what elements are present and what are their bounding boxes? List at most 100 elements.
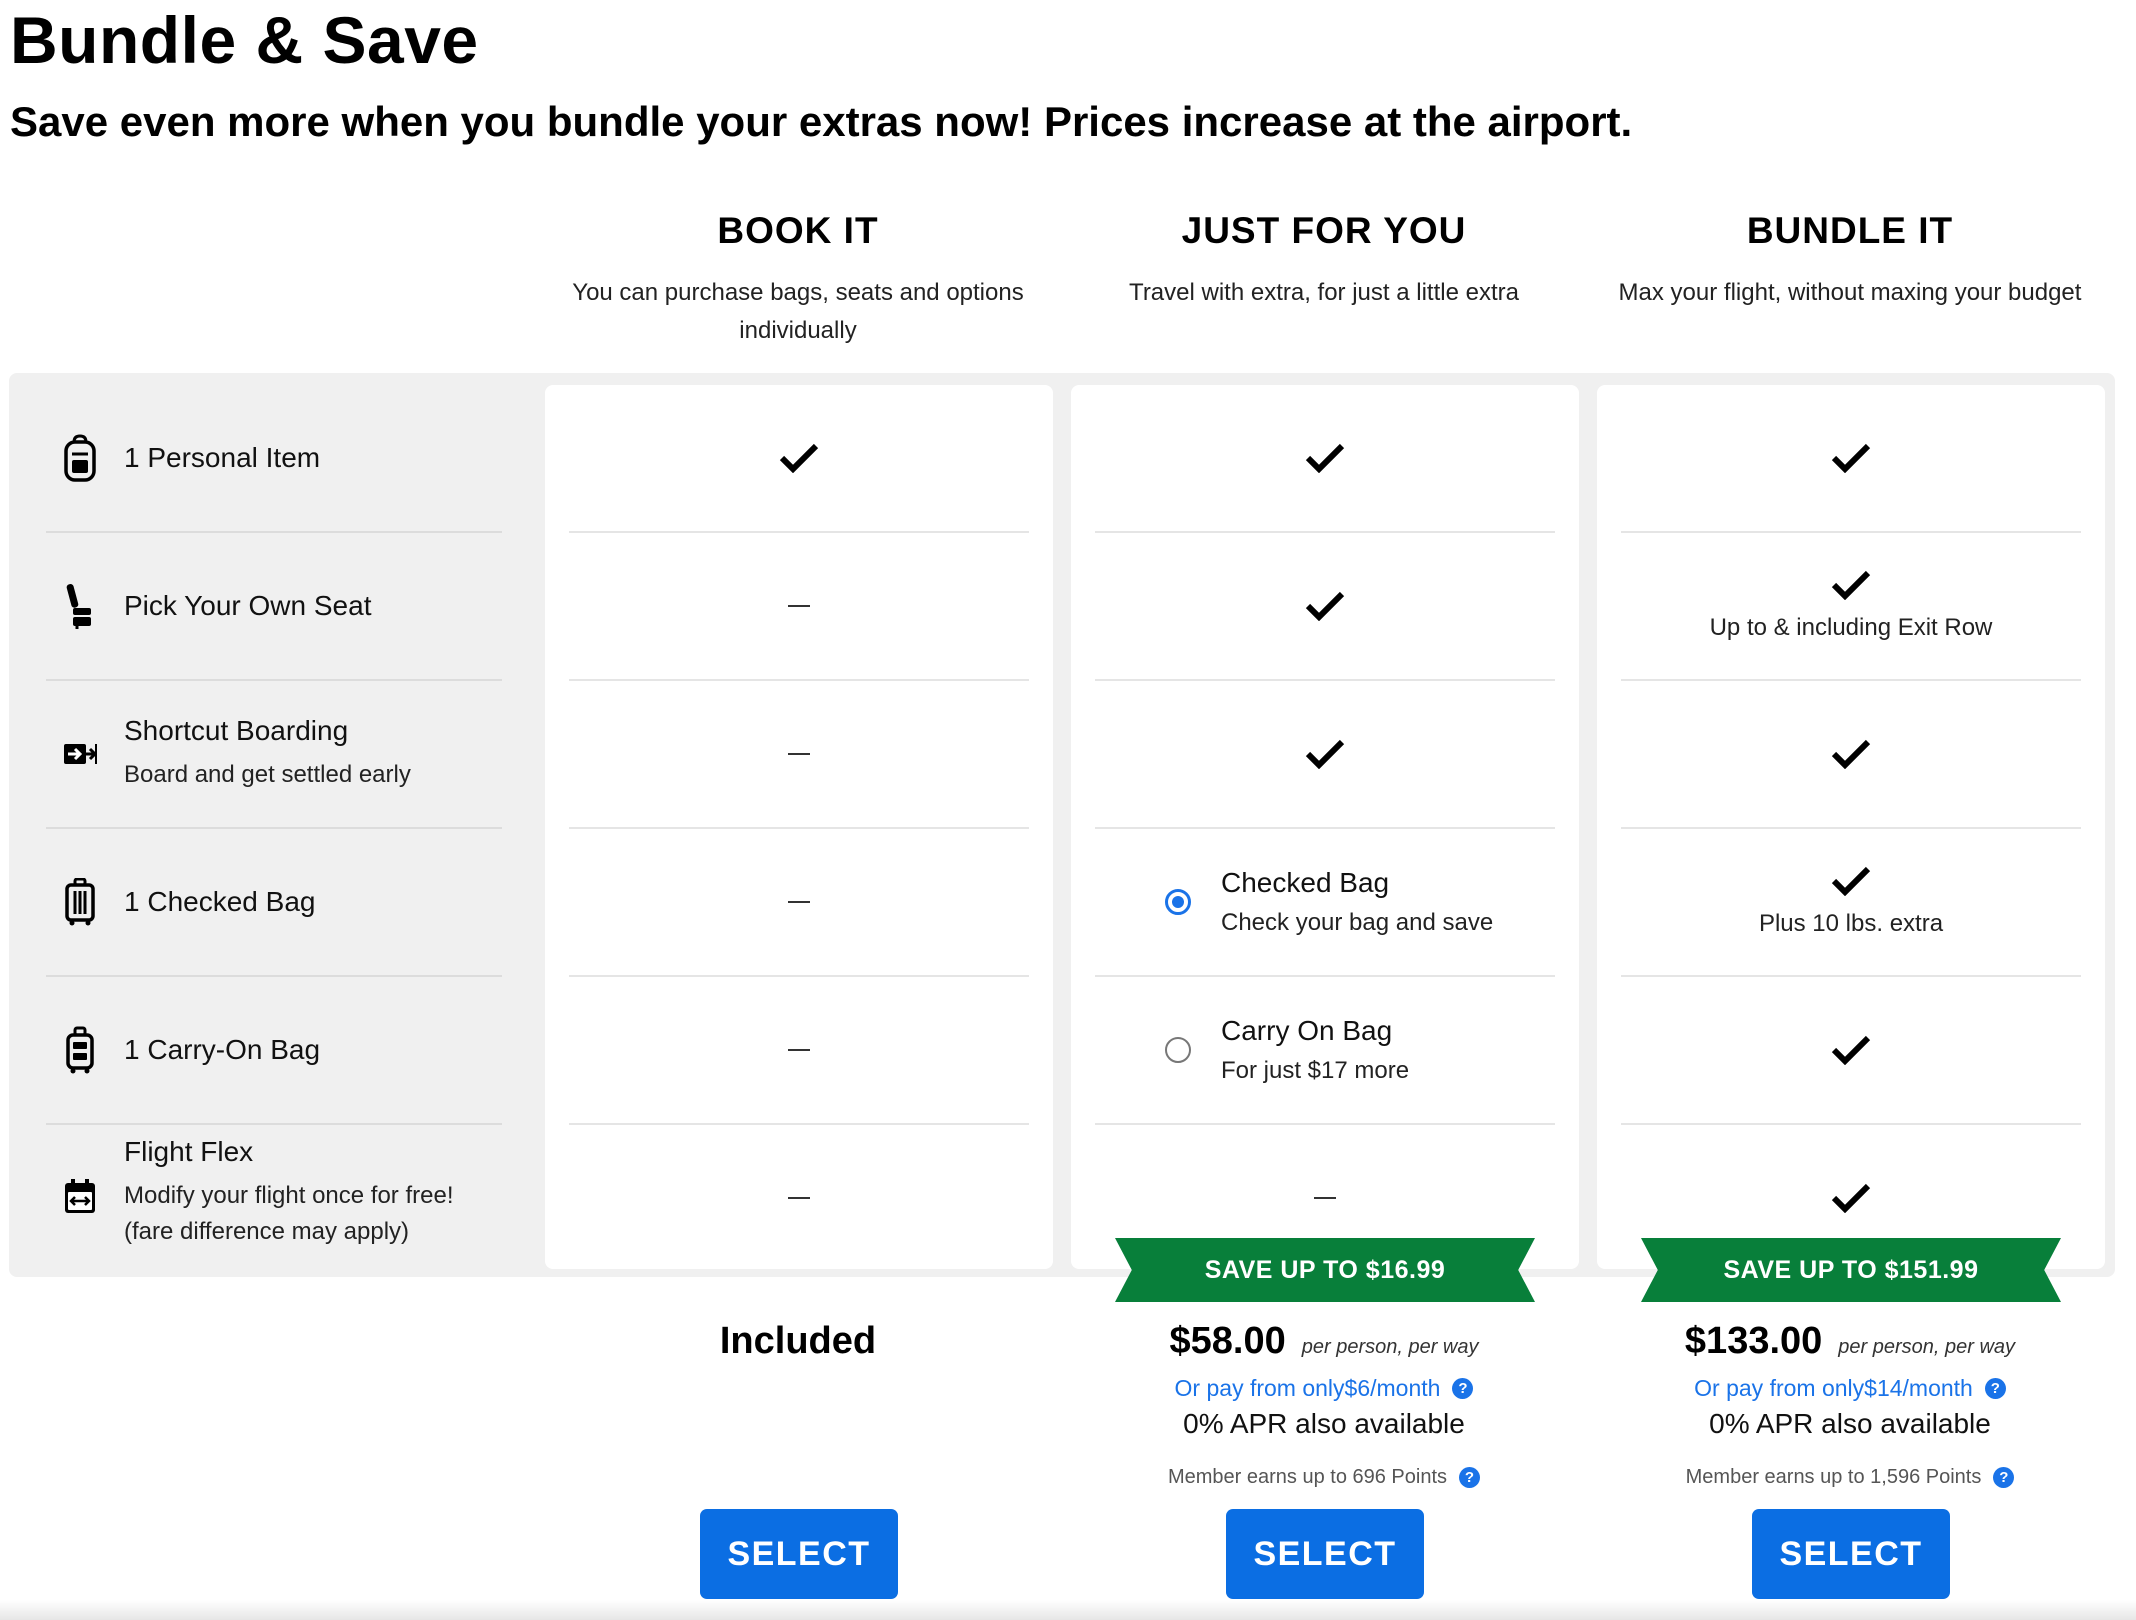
check-icon: [1831, 1035, 1871, 1065]
check-icon: [1305, 739, 1345, 769]
feature-cell: [1621, 977, 2081, 1125]
feature-cell: [569, 1125, 1029, 1271]
carry-on-bag-radio[interactable]: [1165, 1037, 1191, 1063]
feature-title: Flight Flex: [124, 1136, 254, 1167]
feature-subtitle: Modify your flight once for free! (fare …: [124, 1182, 454, 1245]
dash-icon: [1314, 1197, 1336, 1199]
feature-title: Shortcut Boarding: [124, 715, 349, 746]
plan-name: JUST FOR YOU: [1181, 210, 1467, 251]
plan-header-just-for-you: JUST FOR YOU Travel with extra, for just…: [1064, 210, 1584, 312]
feature-row-checked-bag: 1 Checked Bag: [46, 829, 502, 977]
page-subtitle: Save even more when you bundle your extr…: [10, 98, 1633, 145]
price-amount: $133.00: [1684, 1320, 1823, 1362]
calendar-swap-icon: [62, 1171, 98, 1223]
financing-text[interactable]: Or pay from only$6/month: [1175, 1375, 1441, 1402]
feature-cell: [569, 533, 1029, 681]
check-icon: [1831, 739, 1871, 769]
feature-title: Pick Your Own Seat: [124, 590, 372, 621]
savings-ribbon: SAVE UP TO $16.99: [1115, 1238, 1535, 1302]
feature-cell: [569, 385, 1029, 533]
financing-link[interactable]: Or pay from only$6/month ?: [1064, 1375, 1584, 1402]
backpack-icon: [62, 432, 98, 484]
check-icon: [1831, 443, 1871, 473]
points-text: Member earns up to 696 Points: [1167, 1466, 1448, 1488]
apr-note: 0% APR also available: [1709, 1408, 1991, 1439]
financing-text[interactable]: Or pay from only$14/month: [1694, 1375, 1973, 1402]
price-included: Included: [719, 1320, 877, 1362]
feature-subtitle: Board and get settled early: [124, 761, 411, 788]
help-icon[interactable]: ?: [1459, 1467, 1481, 1488]
apr-note: 0% APR also available: [1183, 1408, 1465, 1439]
page-title: Bundle & Save: [10, 3, 479, 77]
plan-card-bundle-it: Up to & including Exit Row Plus 10 lbs. …: [1597, 385, 2105, 1269]
help-icon[interactable]: ?: [1993, 1467, 2015, 1488]
feature-title: 1 Carry-On Bag: [124, 1034, 321, 1065]
check-icon: [1305, 591, 1345, 621]
help-icon[interactable]: ?: [1452, 1378, 1474, 1399]
select-book-it-button[interactable]: SELECT: [700, 1509, 898, 1599]
help-icon[interactable]: ?: [1984, 1378, 2006, 1399]
select-bundle-it-button[interactable]: SELECT: [1752, 1509, 1950, 1599]
price-unit: per person, per way: [1838, 1336, 2016, 1358]
plan-description: Travel with extra, for just a little ext…: [1129, 279, 1519, 306]
carry-on-icon: [62, 1024, 98, 1076]
check-icon: [1831, 570, 1871, 600]
bag-option-carry-on[interactable]: Carry On Bag For just $17 more: [1095, 977, 1555, 1125]
plan-header-bundle-it: BUNDLE IT Max your flight, without maxin…: [1590, 210, 2110, 312]
feature-row-shortcut-boarding: Shortcut Boarding Board and get settled …: [46, 681, 502, 829]
dash-icon: [788, 1197, 810, 1199]
check-icon: [779, 443, 819, 473]
dash-icon: [788, 1049, 810, 1051]
seat-icon: [62, 580, 98, 632]
check-icon: [1831, 866, 1871, 896]
dash-icon: [788, 901, 810, 903]
feature-title: 1 Personal Item: [124, 442, 321, 473]
feature-cell: [1095, 681, 1555, 829]
boarding-icon: [62, 728, 98, 780]
plan-description: You can purchase bags, seats and options…: [572, 279, 1024, 344]
feature-note: Up to & including Exit Row: [1709, 614, 1993, 641]
plan-name: BOOK IT: [717, 210, 879, 251]
check-icon: [1305, 443, 1345, 473]
price-amount: $58.00: [1169, 1320, 1286, 1362]
price-block-just-for-you: $58.00 per person, per way Or pay from o…: [1064, 1320, 1584, 1489]
plan-card-book-it: [545, 385, 1053, 1269]
checked-bag-icon: [62, 876, 98, 928]
feature-row-flight-flex: Flight Flex Modify your flight once for …: [46, 1125, 502, 1269]
plan-name: BUNDLE IT: [1746, 210, 1954, 251]
select-just-for-you-button[interactable]: SELECT: [1226, 1509, 1424, 1599]
price-block-book-it: Included: [538, 1320, 1058, 1363]
feature-title: 1 Checked Bag: [124, 886, 316, 917]
plan-description: Max your flight, without maxing your bud…: [1618, 279, 2082, 306]
feature-cell: [1095, 533, 1555, 681]
checked-bag-radio[interactable]: [1165, 889, 1191, 915]
points-note: Member earns up to 1,596 Points ?: [1590, 1466, 2110, 1489]
feature-note: Plus 10 lbs. extra: [1758, 910, 1944, 937]
bottom-fade: [0, 1600, 2136, 1620]
savings-ribbon: SAVE UP TO $151.99: [1641, 1238, 2061, 1302]
plan-header-book-it: BOOK IT You can purchase bags, seats and…: [538, 210, 1058, 350]
option-title: Checked Bag: [1221, 867, 1390, 898]
feature-row-seat: Pick Your Own Seat: [46, 533, 502, 681]
dash-icon: [788, 605, 810, 607]
points-note: Member earns up to 696 Points ?: [1064, 1466, 1584, 1489]
price-unit: per person, per way: [1301, 1336, 1479, 1358]
financing-link[interactable]: Or pay from only$14/month ?: [1590, 1375, 2110, 1402]
option-subtitle: For just $17 more: [1221, 1057, 1410, 1084]
feature-cell: Plus 10 lbs. extra: [1621, 829, 2081, 977]
feature-cell: [1621, 681, 2081, 829]
feature-cell: [1621, 385, 2081, 533]
feature-cell: [569, 681, 1029, 829]
check-icon: [1831, 1183, 1871, 1213]
feature-row-personal-item: 1 Personal Item: [46, 385, 502, 533]
feature-row-carry-on: 1 Carry-On Bag: [46, 977, 502, 1125]
dash-icon: [788, 753, 810, 755]
bag-option-checked[interactable]: Checked Bag Check your bag and save: [1095, 829, 1555, 977]
feature-cell: [569, 977, 1029, 1125]
option-title: Carry On Bag: [1221, 1015, 1393, 1046]
option-subtitle: Check your bag and save: [1221, 909, 1494, 936]
feature-cell: [569, 829, 1029, 977]
plan-card-just-for-you: Checked Bag Check your bag and save Carr…: [1071, 385, 1579, 1269]
feature-cell: [1095, 385, 1555, 533]
feature-cell: Up to & including Exit Row: [1621, 533, 2081, 681]
